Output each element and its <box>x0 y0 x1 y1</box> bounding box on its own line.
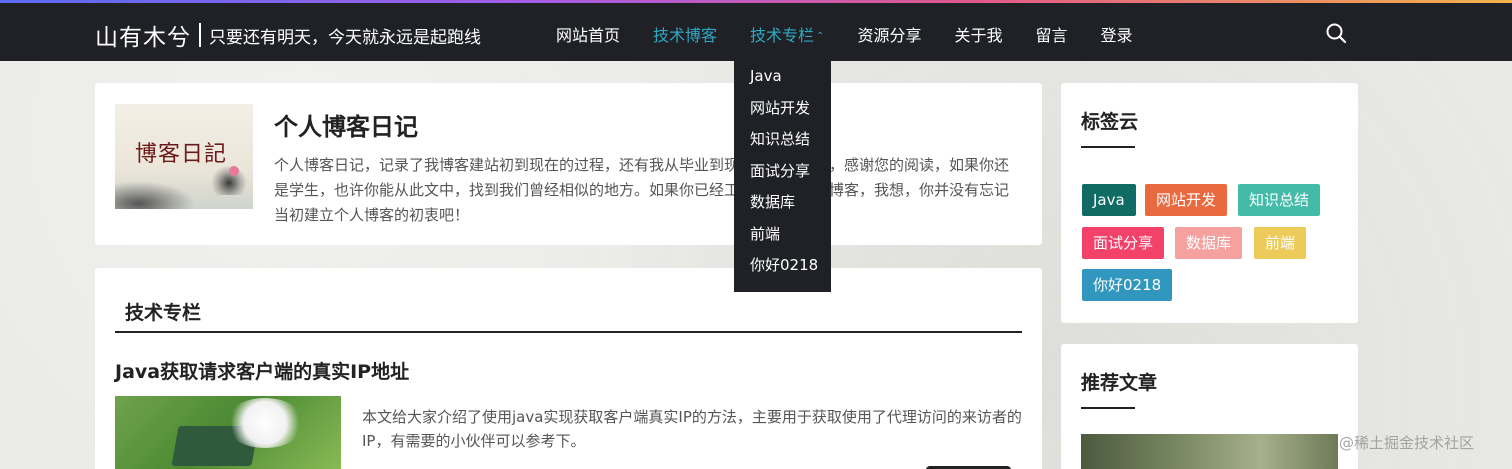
tag-cloud-title: 标签云 <box>1081 111 1139 133</box>
dropdown-item-web-dev[interactable]: 网站开发 <box>734 97 831 129</box>
brand[interactable]: 山有木兮 只要还有明天，今天就永远是起跑线 <box>95 20 481 51</box>
article-thumbnail[interactable] <box>115 396 341 469</box>
site-name: 山有木兮 <box>95 25 191 51</box>
nav-item-tech-blog[interactable]: 技术博客 <box>653 22 717 46</box>
recommended-divider <box>1081 407 1135 409</box>
article-title[interactable]: Java获取请求客户端的真实IP地址 <box>115 357 409 384</box>
nav-item-login[interactable]: 登录 <box>1100 22 1132 46</box>
section-divider <box>115 331 1022 333</box>
nav-item-message[interactable]: 留言 <box>1035 22 1067 46</box>
tag-database[interactable]: 数据库 <box>1175 227 1243 259</box>
watermark: @稀土掘金技术社区 <box>1339 434 1475 452</box>
intro-thumbnail[interactable]: 博客日記 <box>115 104 253 209</box>
nav-item-home[interactable]: 网站首页 <box>556 22 620 46</box>
tech-column-dropdown: Java 网站开发 知识总结 面试分享 数据库 前端 你好0218 <box>734 61 831 292</box>
brand-divider <box>199 23 201 47</box>
nav-item-tech-column-label: 技术专栏 <box>750 26 815 45</box>
tag-web-dev[interactable]: 网站开发 <box>1145 184 1228 216</box>
nav-item-tech-column[interactable]: 技术专栏 ⌃ <box>750 22 824 46</box>
lotus-decoration <box>229 166 239 176</box>
chevron-up-icon: ⌃ <box>816 31 825 42</box>
section-title: 技术专栏 <box>125 302 202 324</box>
tag-cloud-card: 标签云 Java 网站开发 知识总结 面试分享 数据库 前端 你好0218 <box>1061 83 1358 323</box>
tag-frontend[interactable]: 前端 <box>1254 227 1307 259</box>
intro-text: 个人博客日记，记录了我博客建站初到现在的过程，还有我从毕业到现在的工作状态，感谢… <box>274 156 1010 224</box>
search-icon[interactable] <box>1325 22 1347 44</box>
tech-column-card: 技术专栏 Java获取请求客户端的真实IP地址 本文给大家介绍了使用java实现… <box>95 268 1042 469</box>
dropdown-item-nihao0218[interactable]: 你好0218 <box>734 254 831 286</box>
intro-card: 博客日記 个人博客日记 个人博客日记，记录了我博客建站初到现在的过程，还有我从毕… <box>95 83 1042 245</box>
nav-item-resources[interactable]: 资源分享 <box>857 22 921 46</box>
tag-knowledge[interactable]: 知识总结 <box>1238 184 1321 216</box>
thumbnail-calligraphy: 博客日記 <box>135 142 228 167</box>
article-summary: 本文给大家介绍了使用java实现获取客户端真实IP的方法，主要用于获取使用了代理… <box>362 408 1022 450</box>
dropdown-item-frontend[interactable]: 前端 <box>734 223 831 255</box>
tag-cloud-divider <box>1081 146 1135 148</box>
nav-item-about[interactable]: 关于我 <box>954 22 1002 46</box>
intro-title[interactable]: 个人博客日记 <box>274 107 418 142</box>
tag-nihao0218[interactable]: 你好0218 <box>1082 269 1173 301</box>
dropdown-item-database[interactable]: 数据库 <box>734 191 831 223</box>
recommended-card: 推荐文章 <box>1061 344 1358 469</box>
recommended-thumbnail[interactable] <box>1081 434 1338 469</box>
recommended-title: 推荐文章 <box>1081 372 1158 394</box>
tag-interview[interactable]: 面试分享 <box>1082 227 1165 259</box>
dandelion-decoration <box>225 398 305 448</box>
dropdown-item-java[interactable]: Java <box>734 65 831 97</box>
site-motto: 只要还有明天，今天就永远是起跑线 <box>209 27 481 48</box>
tag-java[interactable]: Java <box>1082 184 1136 216</box>
main-nav: 网站首页 技术博客 技术专栏 ⌃ 资源分享 关于我 留言 登录 <box>556 21 1166 47</box>
dropdown-item-interview[interactable]: 面试分享 <box>734 160 831 192</box>
ink-boat-decoration <box>115 181 195 209</box>
top-navbar: 山有木兮 只要还有明天，今天就永远是起跑线 网站首页 技术博客 技术专栏 ⌃ 资源… <box>0 3 1512 61</box>
dropdown-item-knowledge[interactable]: 知识总结 <box>734 128 831 160</box>
